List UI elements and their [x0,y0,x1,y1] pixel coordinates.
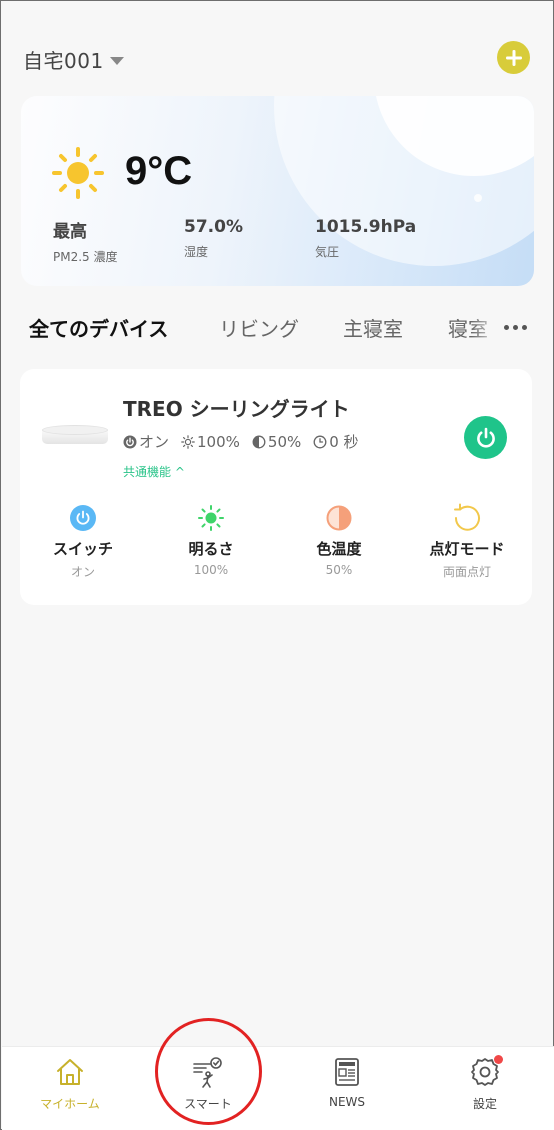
pm25-value: 最高 [53,222,87,242]
clock-icon [313,435,327,448]
tab-master-bedroom[interactable]: 主寝室 [343,313,403,342]
device-status: オン 100% 50% 0 秒 [123,431,371,452]
control-brightness-label: 明るさ [188,540,234,558]
power-status-icon [123,435,137,448]
nav-settings-label: 設定 [472,1097,497,1111]
control-switch-value: オン [70,565,95,579]
power-icon [476,427,495,448]
brightness-icon [198,505,224,531]
control-color-temperature-label: 色温度 [316,540,362,558]
nav-my-home[interactable]: マイホーム [20,1055,120,1112]
tab-fade [471,313,501,343]
weather-card[interactable]: 9°C 最高 PM2.5 濃度 57.0% 湿度 1015.9hPa 気圧 [21,96,534,286]
nav-smart[interactable]: スマート [158,1055,258,1112]
more-dots-icon[interactable] [501,313,529,341]
control-brightness-value: 100% [193,563,229,577]
status-power: オン [123,431,169,452]
status-timer-value: 0 秒 [329,433,359,451]
nav-news-label: NEWS [328,1095,366,1109]
news-icon [335,1058,359,1086]
room-tabs: 全てのデバイス リビング 主寝室 寝室 [1,313,554,343]
device-name: TREO シーリングライト [123,397,350,421]
control-lighting-mode-value: 両面点灯 [442,565,491,579]
status-power-value: オン [139,433,170,451]
temperature: 9°C [125,149,193,193]
caret-down-icon [109,56,124,65]
ceiling-light-image [42,423,108,447]
device-card[interactable]: TREO シーリングライト オン 100% 50% 0 秒 共通機能 ^ スイッ… [20,369,532,605]
smart-scene-icon [193,1057,222,1088]
color-temp-status-icon [252,435,266,448]
pm25-label: PM2.5 濃度 [53,250,118,264]
status-brightness-value: 100% [197,432,240,451]
home-selector[interactable]: 自宅001 [23,45,124,74]
control-brightness[interactable]: 明るさ 100% [156,503,266,577]
control-color-temperature-value: 50% [325,563,353,577]
nav-smart-label: スマート [184,1097,232,1111]
nav-my-home-label: マイホーム [40,1097,100,1111]
device-power-button[interactable] [464,416,507,459]
common-functions-toggle[interactable]: 共通機能 ^ [123,463,185,480]
status-brightness: 100% [181,433,240,451]
mode-cycle-icon [454,503,480,531]
sun-icon [52,147,104,199]
power-icon [70,505,96,531]
humidity-stat: 57.0% 湿度 [184,217,243,260]
control-switch[interactable]: スイッチ オン [28,503,138,580]
pressure-label: 気圧 [315,245,340,259]
home-name: 自宅001 [23,49,104,73]
notification-badge [494,1055,503,1064]
status-color-temp: 50% [252,433,301,451]
humidity-label: 湿度 [184,245,209,259]
add-button[interactable] [497,41,530,74]
app-screen: 自宅001 9°C 最高 PM2.5 濃度 57.0% 湿度 1015.9hPa… [0,0,554,1130]
pressure-value: 1015.9hPa [315,217,417,237]
nav-news[interactable]: NEWS [297,1055,397,1109]
control-lighting-mode[interactable]: 点灯モード 両面点灯 [412,503,522,580]
pm25-stat: 最高 PM2.5 濃度 [53,217,118,265]
tab-living[interactable]: リビング [219,313,299,342]
humidity-value: 57.0% [184,217,243,237]
control-switch-label: スイッチ [52,540,113,558]
tab-all-devices[interactable]: 全てのデバイス [29,313,168,342]
brightness-status-icon [181,434,195,449]
control-color-temperature[interactable]: 色温度 50% [284,503,394,577]
nav-settings[interactable]: 設定 [435,1055,535,1112]
bottom-nav: マイホーム スマート NEWS 設定 [2,1046,554,1130]
color-temperature-icon [326,505,352,531]
control-lighting-mode-label: 点灯モード [429,540,505,558]
home-icon [57,1059,83,1085]
status-timer: 0 秒 [313,431,359,452]
pressure-stat: 1015.9hPa 気圧 [315,217,416,260]
weather-decoration [474,194,482,202]
status-color-temp-value: 50% [267,432,302,451]
plus-icon [505,49,522,66]
